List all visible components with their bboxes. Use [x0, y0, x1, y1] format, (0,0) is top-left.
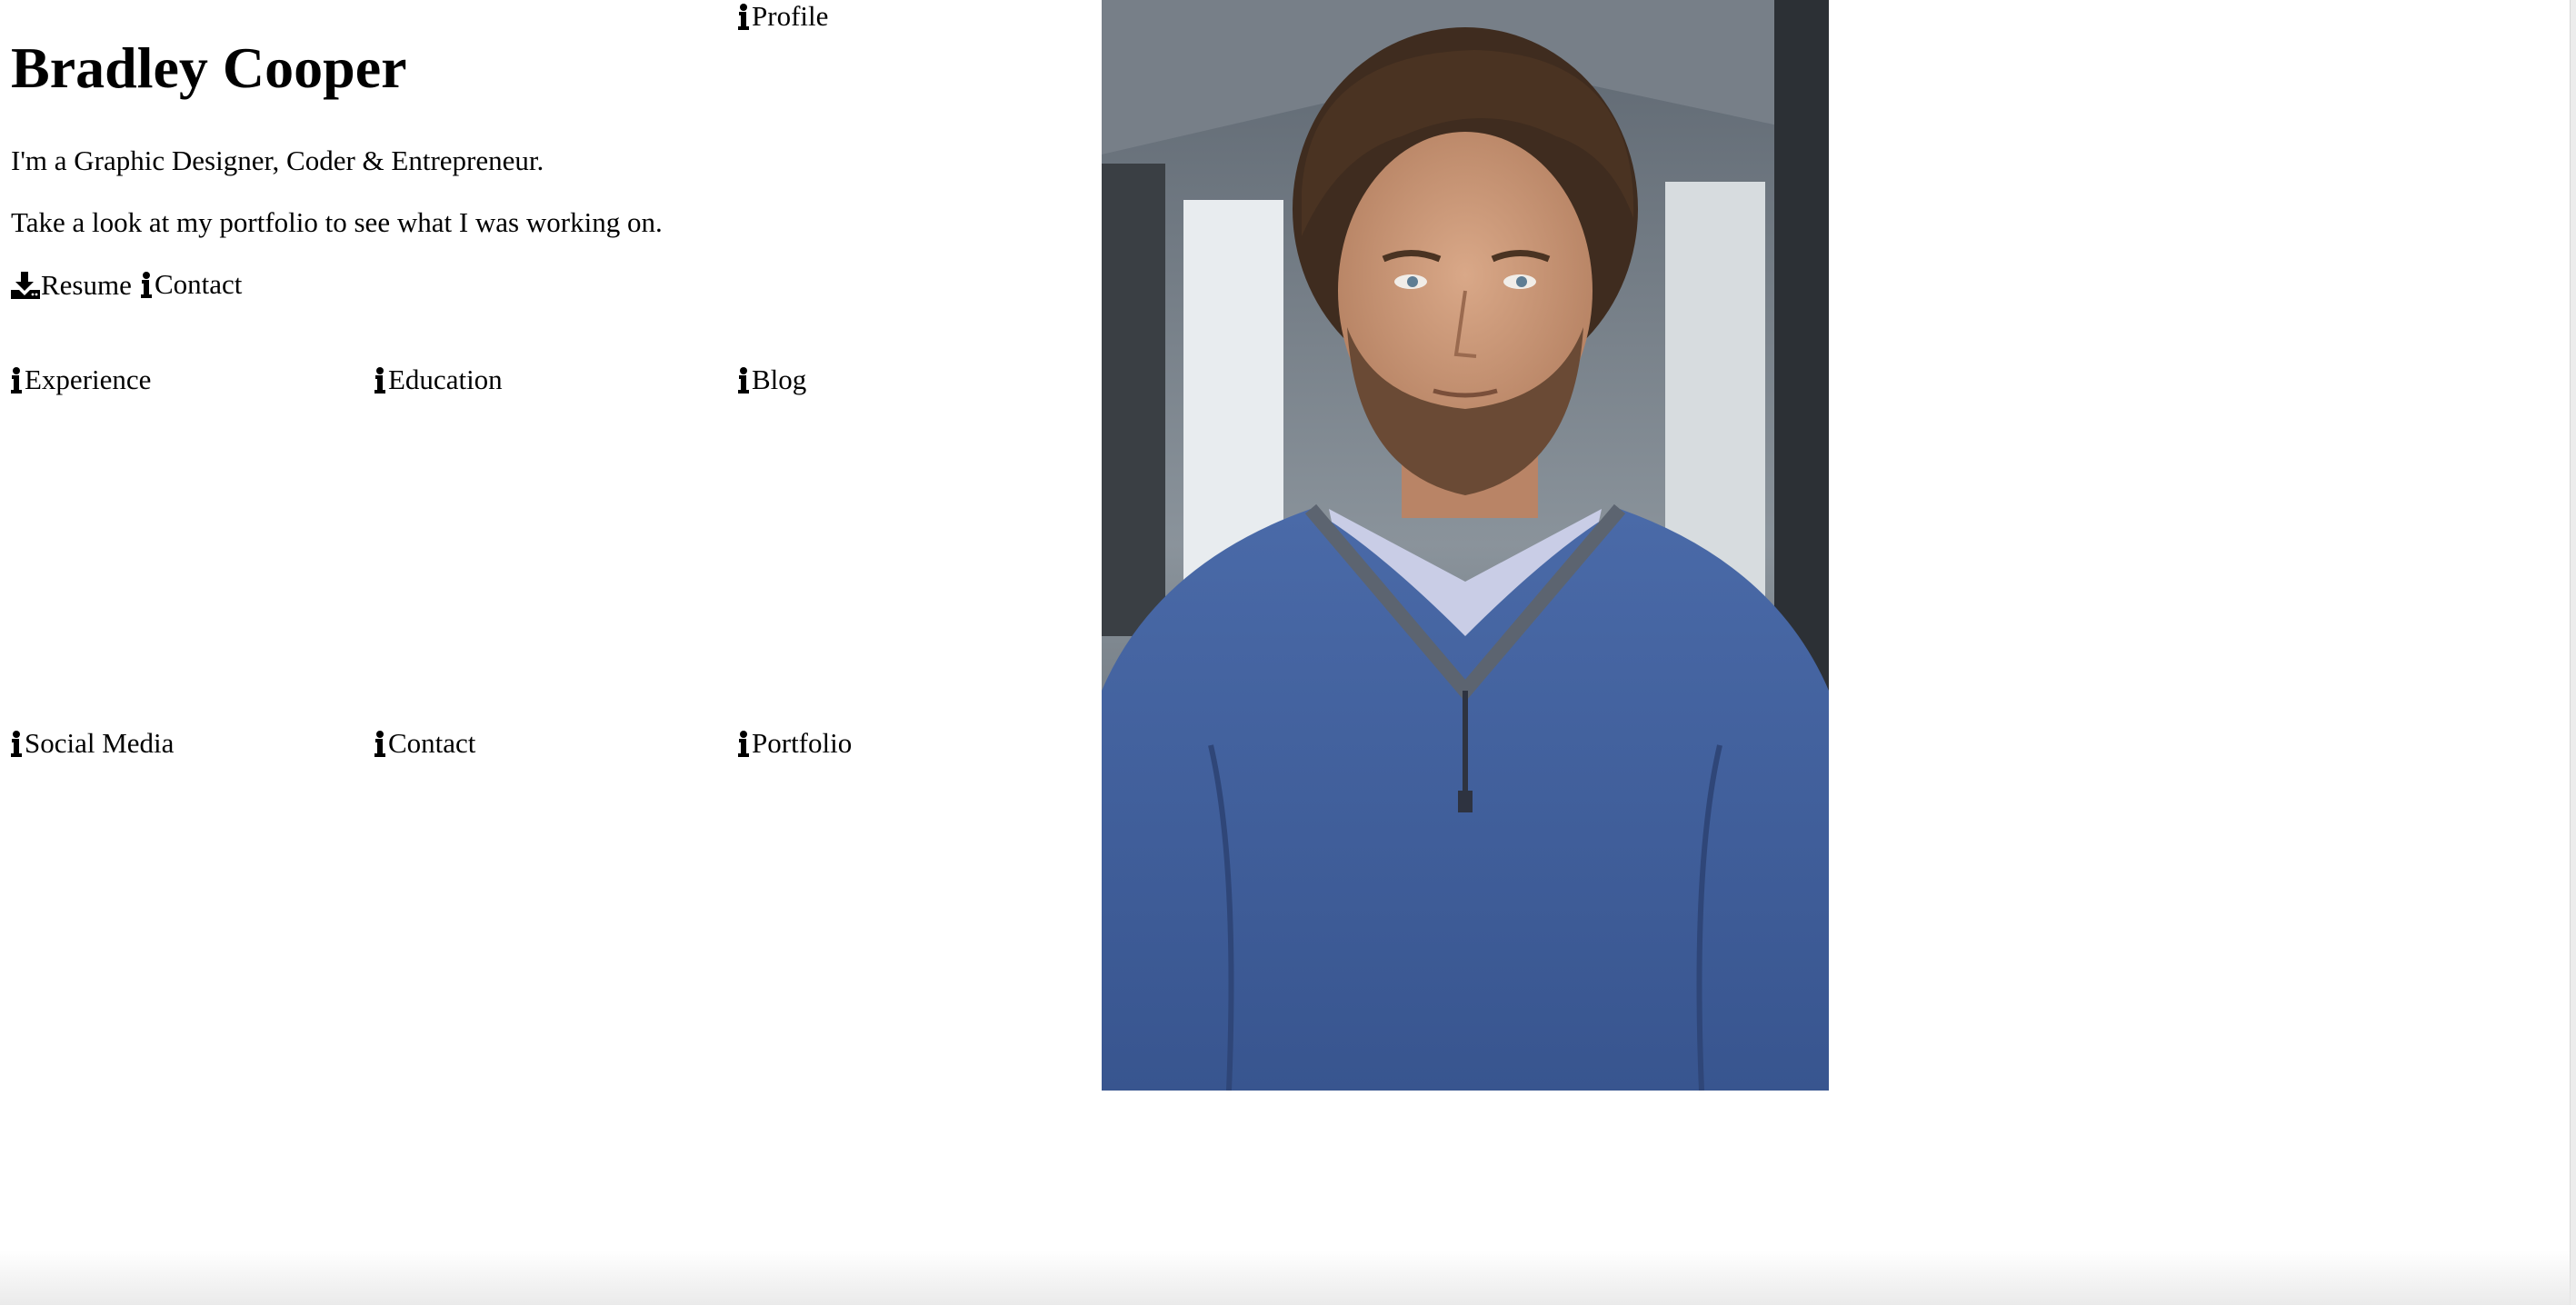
info-icon [374, 730, 386, 757]
download-icon [11, 270, 40, 299]
bottom-fade [0, 1250, 2571, 1305]
info-icon [141, 271, 153, 298]
contact-button-label: Contact [155, 268, 243, 300]
resume-button-label: Resume [41, 268, 132, 301]
info-icon [738, 3, 750, 30]
page-title: Bradley Cooper [11, 35, 407, 100]
intro-text: I'm a Graphic Designer, Coder & Entrepre… [11, 144, 544, 176]
nav-link-blog[interactable]: Blog [738, 365, 806, 393]
contact-button[interactable]: Contact [141, 270, 242, 298]
info-icon [374, 366, 386, 393]
vertical-scrollbar[interactable] [2570, 0, 2576, 1305]
nav-link-portfolio[interactable]: Portfolio [738, 729, 852, 757]
nav-link-profile[interactable]: Profile [738, 2, 828, 30]
resume-button[interactable]: Resume [11, 270, 132, 299]
nav-link-social-media-label: Social Media [25, 727, 175, 759]
nav-link-experience[interactable]: Experience [11, 365, 151, 393]
profile-photo [1102, 0, 1829, 1091]
nav-link-social-media[interactable]: Social Media [11, 729, 174, 757]
info-icon [11, 366, 23, 393]
nav-link-profile-label: Profile [752, 0, 829, 32]
nav-link-contact-label: Contact [388, 727, 476, 759]
nav-link-education-label: Education [388, 364, 503, 395]
portfolio-text: Take a look at my portfolio to see what … [11, 206, 663, 238]
nav-link-blog-label: Blog [752, 364, 807, 395]
info-icon [11, 730, 23, 757]
nav-link-portfolio-label: Portfolio [752, 727, 853, 759]
nav-link-contact[interactable]: Contact [374, 729, 475, 757]
info-icon [738, 366, 750, 393]
nav-link-education[interactable]: Education [374, 365, 503, 393]
nav-link-experience-label: Experience [25, 364, 152, 395]
info-icon [738, 730, 750, 757]
